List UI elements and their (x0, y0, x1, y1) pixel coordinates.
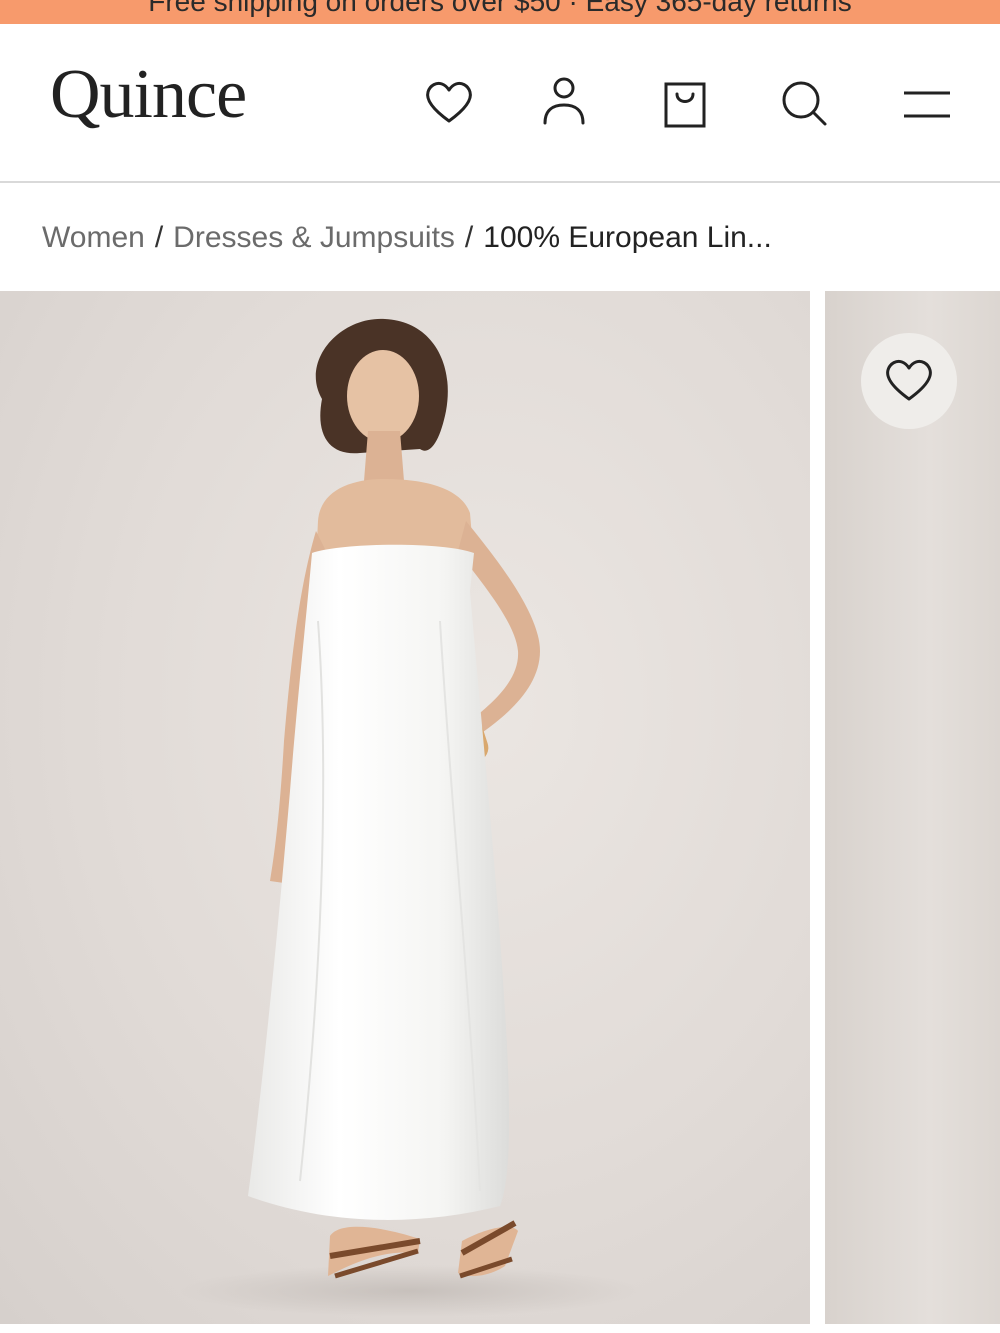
wishlist-button[interactable] (421, 75, 477, 131)
breadcrumb: Women / Dresses & Jumpsuits / 100% European … (42, 218, 772, 258)
breadcrumb-separator: / (464, 221, 474, 254)
product-image-main[interactable] (0, 291, 810, 1324)
account-icon (543, 77, 585, 125)
product-photo-model (180, 318, 640, 1317)
heart-icon (886, 359, 932, 401)
search-button[interactable] (776, 75, 832, 131)
account-button[interactable] (536, 75, 592, 131)
brand-logo[interactable]: Quince (50, 60, 247, 130)
cart-button[interactable] (657, 77, 713, 133)
breadcrumb-current: 100% European Lin... (483, 221, 772, 254)
add-to-wishlist-button[interactable] (861, 333, 957, 429)
heart-icon (426, 81, 472, 123)
promo-banner: Free shipping on orders over $50 · Easy … (0, 0, 1000, 24)
site-header: Quince (0, 24, 1000, 183)
search-icon (782, 81, 827, 126)
promo-text: Free shipping on orders over $50 · Easy … (148, 0, 852, 17)
menu-icon (904, 91, 950, 118)
product-image-next[interactable] (825, 291, 1000, 1324)
shopping-bag-icon (664, 82, 706, 128)
breadcrumb-separator: / (154, 221, 164, 254)
breadcrumb-link-women[interactable]: Women (42, 221, 145, 254)
menu-button[interactable] (898, 75, 954, 131)
breadcrumb-link-dresses[interactable]: Dresses & Jumpsuits (173, 221, 455, 254)
